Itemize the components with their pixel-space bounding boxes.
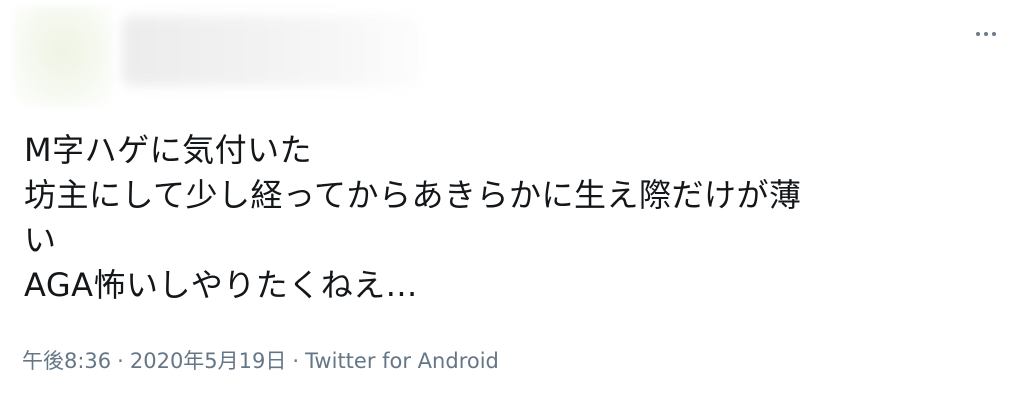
- author-name-blurred[interactable]: [122, 16, 422, 86]
- tweet-source[interactable]: Twitter for Android: [305, 349, 499, 373]
- tweet-card: M字ハゲに気付いた 坊主にして少し経ってからあきらかに生え際だけが薄 い AGA…: [0, 0, 1024, 401]
- separator: ·: [117, 349, 124, 373]
- avatar[interactable]: [14, 6, 112, 106]
- tweet-time[interactable]: 午後8:36: [22, 349, 111, 373]
- tweet-date[interactable]: 2020年5月19日: [130, 349, 287, 373]
- more-options-button[interactable]: [968, 20, 1004, 48]
- tweet-text: M字ハゲに気付いた 坊主にして少し経ってからあきらかに生え際だけが薄 い AGA…: [24, 128, 1014, 308]
- tweet-text-line: 坊主にして少し経ってからあきらかに生え際だけが薄: [24, 176, 802, 214]
- tweet-text-line: い: [24, 221, 57, 259]
- tweet-text-line: M字ハゲに気付いた: [24, 131, 313, 169]
- tweet-header: [0, 0, 1024, 112]
- separator: ·: [292, 349, 300, 373]
- tweet-metadata: 午後8:36 · 2020年5月19日 · Twitter for Android: [22, 347, 499, 375]
- more-horizontal-icon: [976, 32, 996, 36]
- tweet-text-line: AGA怖いしやりたくねえ...: [24, 266, 418, 304]
